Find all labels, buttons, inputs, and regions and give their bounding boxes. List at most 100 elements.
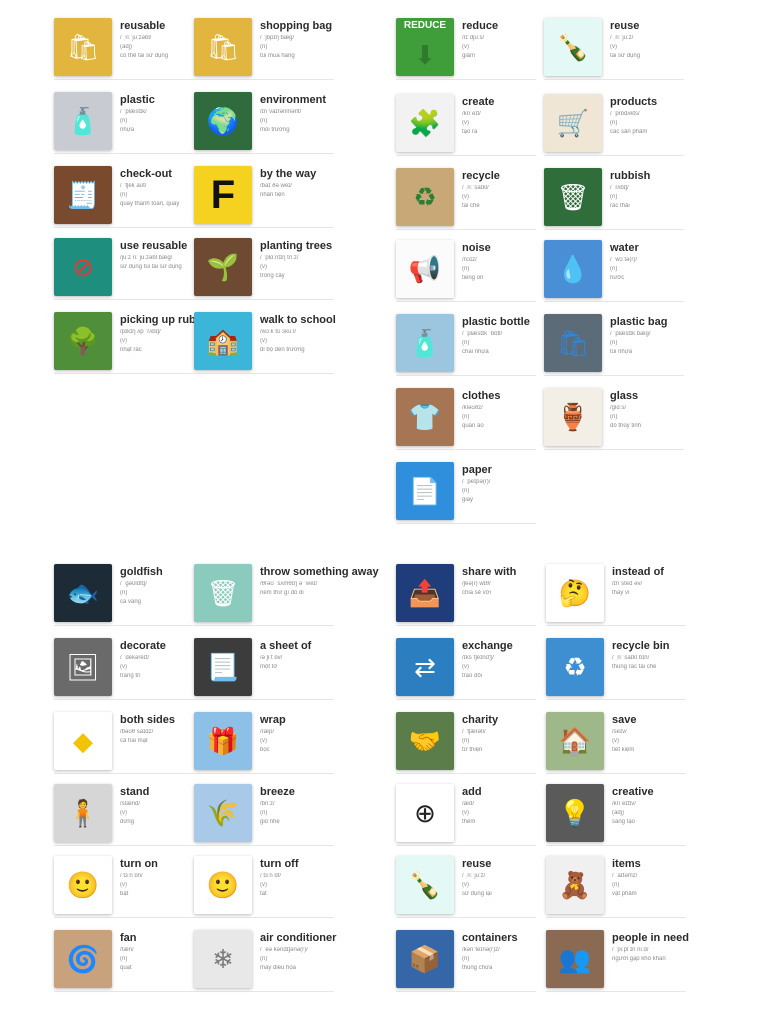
clothes-icon-glyph: 👕 xyxy=(408,402,442,432)
vocab-card-share-with[interactable]: 📤 share with/ʃeə(r) wɪθ/chia sẻ với xyxy=(396,560,536,626)
vocab-meaning: tắt xyxy=(260,891,267,897)
vocab-meaning: thay vì xyxy=(612,590,630,596)
recycle-box-icon: ♻ xyxy=(396,168,454,226)
vocab-word: products xyxy=(610,96,658,108)
vocab-pronunciation: /ræp/ xyxy=(260,729,275,735)
vocab-card-a-sheet-of[interactable]: 📃 a sheet of/ə ʃiːt ɒv/một tờ xyxy=(194,634,334,700)
vocab-card-noise[interactable]: 📢 noise/nɔɪz/(n) tiếng ồn xyxy=(396,236,536,302)
vocab-part-of-speech: (n) xyxy=(260,44,268,50)
thinking-person-icon: 🤔 xyxy=(546,564,604,622)
vocabulary-board: 🛍 reusable / ˌriːˈjuːzəbl/(adj) có thể tái … xyxy=(0,0,768,1024)
vocab-card-exchange[interactable]: ⇄ exchange/ɪksˈtʃeɪndʒ/ (v) trao đổi xyxy=(396,634,536,700)
vocab-part-of-speech: (v) xyxy=(120,338,127,344)
trash-bins-icon: 🗑 xyxy=(544,168,602,226)
trash-bins-icon-glyph: 🗑 xyxy=(556,182,590,212)
vocab-meaning: thùng rác tái chế xyxy=(612,664,657,670)
vocab-part-of-speech: (n) xyxy=(612,882,620,888)
vocab-card-people-in-need[interactable]: 👥 people in need / ˈpiːpl ɪn niːd/người gặ… xyxy=(546,926,689,992)
vocab-card-save[interactable]: 🏠 save/seɪv/ (v) tiết kiệm xyxy=(546,708,686,774)
vocab-card-decorate[interactable]: 🖼 decorate / ˈdekəreɪt/(v) trang trí xyxy=(54,634,194,700)
vocab-card-instead-of[interactable]: 🤔 instead of/ɪnˈsted əv/thay vì xyxy=(546,560,686,626)
vocab-card-stand[interactable]: 🧍 stand/stænd/(v) đứng xyxy=(54,780,194,846)
vocab-pronunciation: / ˈplæstɪk bæɡ/ xyxy=(610,331,651,337)
vocab-meaning: gió nhẹ xyxy=(260,819,280,825)
vocab-card-plastic-bag[interactable]: 🛍 plastic bag / ˈplæstɪk bæɡ/ (n) túi nhựa xyxy=(544,310,684,376)
decorate-icon-glyph: 🖼 xyxy=(66,652,100,682)
vocab-card-reuse[interactable]: 🍾 reuse / ˌriːˈjuːz/ (v) sử dụng lại xyxy=(396,852,536,918)
vocab-card-picking-up-rubbish[interactable]: 🌳 picking up rubbish/pɪkɪŋ ʌp ˈrʌbɪʃ/(v) n… xyxy=(54,308,216,374)
vocab-card-turn-off[interactable]: 🙂 turn off / tɜːn ɒf/ (v) tắt xyxy=(194,852,334,918)
vocab-part-of-speech: (n) xyxy=(462,488,470,494)
vocab-card-paper[interactable]: 📄 paper / ˈpeɪpə(r)/ (n) giấy xyxy=(396,458,536,524)
vocab-part-of-speech: (v) xyxy=(120,810,127,816)
vocab-part-of-speech: (adj) xyxy=(612,810,625,816)
vocab-pronunciation: / ˌriːˈjuːzəbl/ xyxy=(120,35,152,41)
vocab-card-reuse[interactable]: 🍾 reuse / ˌriːˈjuːz/ (v) tái sử dụng xyxy=(544,14,684,80)
vocab-pronunciation: / ˈplɑːntɪŋ triːz/ xyxy=(260,255,299,261)
vocab-card-wrap[interactable]: 🎁 wrap/ræp/ (v) bọc xyxy=(194,708,334,774)
two-way-sign-icon: ◆ xyxy=(54,712,112,770)
vocab-pronunciation: / ˈdekəreɪt/ xyxy=(120,655,150,661)
vocab-part-of-speech: (n) xyxy=(120,118,128,124)
vocab-card-creative[interactable]: 💡 creative/kriˈeɪtɪv/ (adj) sáng tạo xyxy=(546,780,686,846)
vocab-card-environment[interactable]: 🌍 environment/ɪnˈvaɪrənmənt/ (n) môi trường xyxy=(194,88,334,154)
vocab-word: glass xyxy=(610,390,639,402)
recycle-bins-icon-glyph: ♻ xyxy=(563,652,587,682)
vocab-meaning: nước xyxy=(610,275,625,281)
vocab-word: exchange xyxy=(462,640,513,652)
vocab-card-plastic[interactable]: 🧴 plastic / ˈplæstɪk/(n) nhựa xyxy=(54,88,194,154)
vocab-card-clothes[interactable]: 👕 clothes/kləʊðz/(n) quần áo xyxy=(396,384,536,450)
green-bottle-icon-glyph: 🍾 xyxy=(556,32,590,62)
checkout-counter-icon-glyph: 🧾 xyxy=(66,180,100,210)
vocab-part-of-speech: (v) xyxy=(462,882,469,888)
fan-icon-glyph: 🌀 xyxy=(66,944,100,974)
breeze-icon-glyph: 🌾 xyxy=(206,798,240,828)
vocab-card-reduce[interactable]: ⬇ REDUCE reduce/rɪˈdjuːs/(v) giảm xyxy=(396,14,536,80)
vocab-pronunciation: / ˌriːˈsaɪkl bɪn/ xyxy=(612,655,650,661)
vocab-card-breeze[interactable]: 🌾 breeze/briːz/ (n) gió nhẹ xyxy=(194,780,334,846)
vocab-card-throw-something-away[interactable]: 🗑 throw something away/θrəʊ ˈsʌmθɪŋ ə ˈwe… xyxy=(194,560,379,626)
puzzle-icon: 🧩 xyxy=(396,94,454,152)
vocab-card-rubbish[interactable]: 🗑 rubbish / ˈrʌbɪʃ/ (n) rác thải xyxy=(544,164,684,230)
vocab-meaning: rác thải xyxy=(610,203,630,209)
vocab-card-goldfish[interactable]: 🐟 goldfish / ˈɡəʊldfɪʃ/(n) cá vàng xyxy=(54,560,194,626)
vocab-card-shopping-bag[interactable]: 🛍 shopping bag / ˈʃɒpɪŋ bæɡ/ (n) túi mua hàn… xyxy=(194,14,334,80)
vocab-card-planting-trees[interactable]: 🌱 planting trees / ˈplɑːntɪŋ triːz/ (v) trồn… xyxy=(194,234,334,300)
vocab-card-check-out[interactable]: 🧾 check-out / ˈtʃek aʊt/(n) quầy thanh toán… xyxy=(54,162,194,228)
vocab-pronunciation: / ˌriːˈsaɪkl/ xyxy=(462,185,489,191)
vocab-card-glass[interactable]: 🏺 glass/ɡlɑːs/ (n) đồ thủy tinh xyxy=(544,384,684,450)
vocab-word: walk to school xyxy=(260,314,336,326)
vocab-card-use-reusable[interactable]: ⊘ use reusable/juːz riːˈjuːzəbl bæɡ/sử dụ… xyxy=(54,234,194,300)
vocab-word: shopping bag xyxy=(260,20,333,32)
vocab-pronunciation: / ˈtʃærəti/ xyxy=(462,729,486,735)
vocab-card-plastic-bottle[interactable]: 🧴 plastic bottle / ˈplæstɪk ˈbɒtl/(n) chai … xyxy=(396,310,536,376)
vocab-card-both-sides[interactable]: ◆ both sides/bəʊθ saɪdz/cả hai mặt xyxy=(54,708,194,774)
vocab-card-reusable[interactable]: 🛍 reusable / ˌriːˈjuːzəbl/(adj) có thể tái … xyxy=(54,14,194,80)
two-way-sign-icon-glyph: ◆ xyxy=(73,726,93,756)
vocab-part-of-speech: (v) xyxy=(120,664,127,670)
vocab-card-products[interactable]: 🛒 products / ˈprɒdʌkts/ (n) các sản phẩm xyxy=(544,90,684,156)
vocab-card-items[interactable]: 🧸 items / ˈaɪtəmz/ (n) vật phẩm xyxy=(546,852,686,918)
reduce-label: REDUCE xyxy=(403,20,447,31)
vocab-card-by-the-way[interactable]: Fby the way/baɪ ðə weɪ/nhân tiện xyxy=(194,162,334,228)
vocab-card-air-conditioner[interactable]: ❄ air conditioner / ˈeə kəndɪʃənə(r)/ (n) má… xyxy=(194,926,336,992)
vocab-card-turn-on[interactable]: 🙂 turn on / tɜːn ɒn/(v) bật xyxy=(54,852,194,918)
vocab-meaning: cả hai mặt xyxy=(120,738,148,744)
vocab-card-fan[interactable]: 🌀 fan/fæn/(n) quạt xyxy=(54,926,194,992)
vocab-card-containers[interactable]: 📦 containers/kənˈteɪnə(r)z/ (n) thùng chứa xyxy=(396,926,536,992)
vocab-pronunciation: / ˈpiːpl ɪn niːd/ xyxy=(612,947,649,953)
letter-f-icon: F xyxy=(194,166,252,224)
recycle-bins-icon: ♻ xyxy=(546,638,604,696)
vocab-meaning: vật phẩm xyxy=(612,891,637,897)
vocab-meaning: tiếng ồn xyxy=(462,275,484,281)
vocab-meaning: ném thứ gì đó đi xyxy=(260,590,304,596)
vocab-card-add[interactable]: ⊕ add/æd/ (v) thêm xyxy=(396,780,536,846)
vocab-card-water[interactable]: 💧 water / ˈwɔːtə(r)/ (n) nước xyxy=(544,236,684,302)
vocab-card-recycle[interactable]: ♻ recycle / ˌriːˈsaɪkl/(v) tái chế xyxy=(396,164,536,230)
vocab-card-create[interactable]: 🧩 create/kriˈeɪt/(v) tạo ra xyxy=(396,90,536,156)
vocab-card-walk-to-school[interactable]: 🏫 walk to school/wɔːk tʊ skuːl/ (v) đi bộ đ… xyxy=(194,308,336,374)
vocab-card-charity[interactable]: 🤝 charity / ˈtʃærəti/ (n) từ thiện xyxy=(396,708,536,774)
vocab-card-recycle-bin[interactable]: ♻ recycle bin / ˌriːˈsaɪkl bɪn/thùng rác t… xyxy=(546,634,686,700)
vocab-part-of-speech: (n) xyxy=(462,414,470,420)
vocab-pronunciation: /æd/ xyxy=(462,801,475,807)
